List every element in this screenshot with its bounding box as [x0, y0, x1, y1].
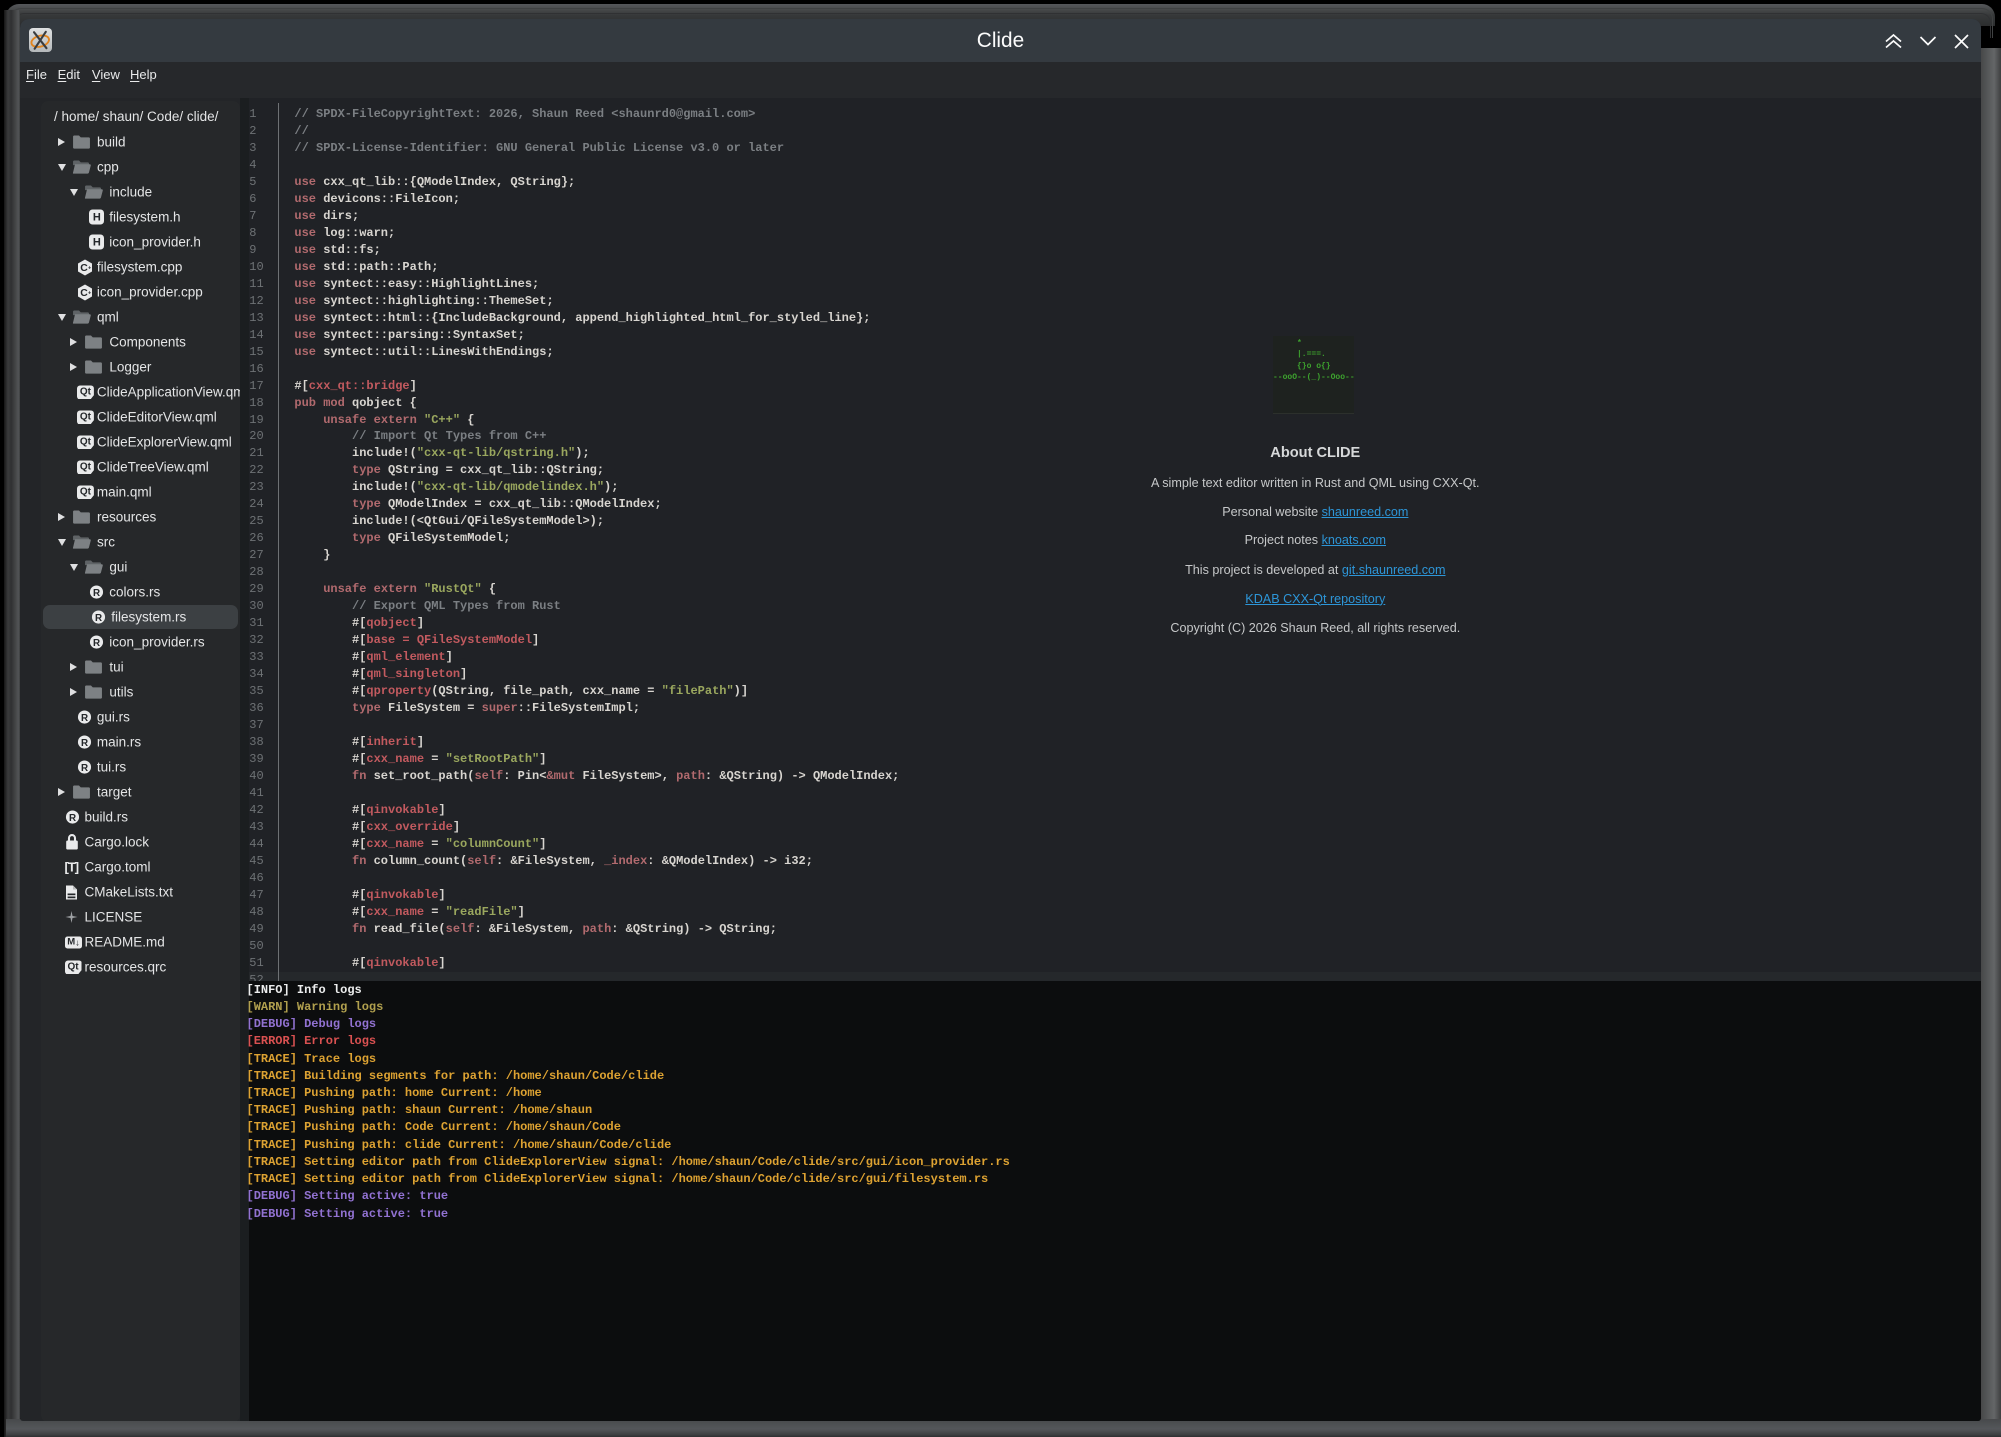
svg-text:R: R	[81, 713, 88, 724]
svg-text:R: R	[93, 638, 100, 649]
svg-text:R: R	[68, 813, 75, 824]
svg-text:R: R	[95, 613, 102, 624]
svg-text:R: R	[81, 738, 88, 749]
svg-text:R: R	[93, 588, 100, 599]
svg-text:R: R	[81, 763, 88, 774]
